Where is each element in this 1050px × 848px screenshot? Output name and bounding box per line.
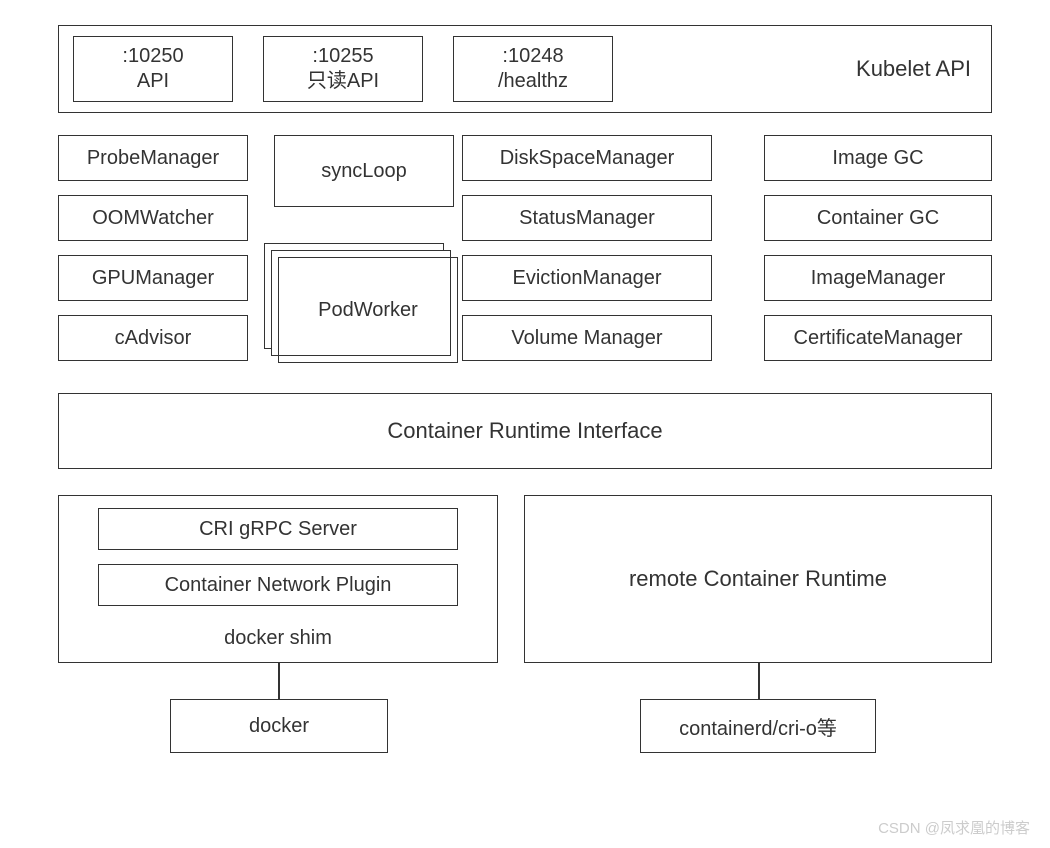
port-10255-label: 只读API [307, 69, 379, 94]
docker-box: docker [170, 699, 388, 753]
docker-shim-box: CRI gRPC Server Container Network Plugin… [58, 495, 498, 663]
port-10248: :10248 [502, 44, 563, 69]
eviction-manager-box: EvictionManager [462, 255, 712, 301]
diskspace-manager-box: DiskSpaceManager [462, 135, 712, 181]
connector-remote-containerd [758, 663, 760, 699]
port-10248-label: /healthz [498, 69, 568, 94]
docker-shim-label: docker shim [224, 627, 332, 654]
status-manager-box: StatusManager [462, 195, 712, 241]
port-10250-label: API [137, 69, 169, 94]
certificate-manager-box: CertificateManager [764, 315, 992, 361]
podworker-box: PodWorker [278, 257, 458, 363]
syncloop-box: syncLoop [274, 135, 454, 207]
runtime-row: CRI gRPC Server Container Network Plugin… [58, 495, 992, 663]
cri-box: Container Runtime Interface [58, 393, 992, 469]
port-10250-box: :10250 API [73, 36, 233, 102]
components-grid: ProbeManager OOMWatcher GPUManager cAdvi… [58, 135, 992, 365]
watermark-text: CSDN @凤求凰的博客 [878, 817, 1030, 838]
cadvisor-box: cAdvisor [58, 315, 248, 361]
image-manager-box: ImageManager [764, 255, 992, 301]
port-10250: :10250 [122, 44, 183, 69]
volume-manager-box: Volume Manager [462, 315, 712, 361]
connector-shim-docker [278, 663, 280, 699]
probe-manager-box: ProbeManager [58, 135, 248, 181]
cri-grpc-server-box: CRI gRPC Server [98, 508, 458, 550]
port-10255: :10255 [312, 44, 373, 69]
gpu-manager-box: GPUManager [58, 255, 248, 301]
oom-watcher-box: OOMWatcher [58, 195, 248, 241]
container-gc-box: Container GC [764, 195, 992, 241]
remote-runtime-box: remote Container Runtime [524, 495, 992, 663]
image-gc-box: Image GC [764, 135, 992, 181]
kubelet-api-header: :10250 API :10255 只读API :10248 /healthz … [58, 25, 992, 113]
containerd-box: containerd/cri-o等 [640, 699, 876, 753]
kubelet-api-title: Kubelet API [856, 56, 977, 82]
port-10255-box: :10255 只读API [263, 36, 423, 102]
port-10248-box: :10248 /healthz [453, 36, 613, 102]
container-network-plugin-box: Container Network Plugin [98, 564, 458, 606]
